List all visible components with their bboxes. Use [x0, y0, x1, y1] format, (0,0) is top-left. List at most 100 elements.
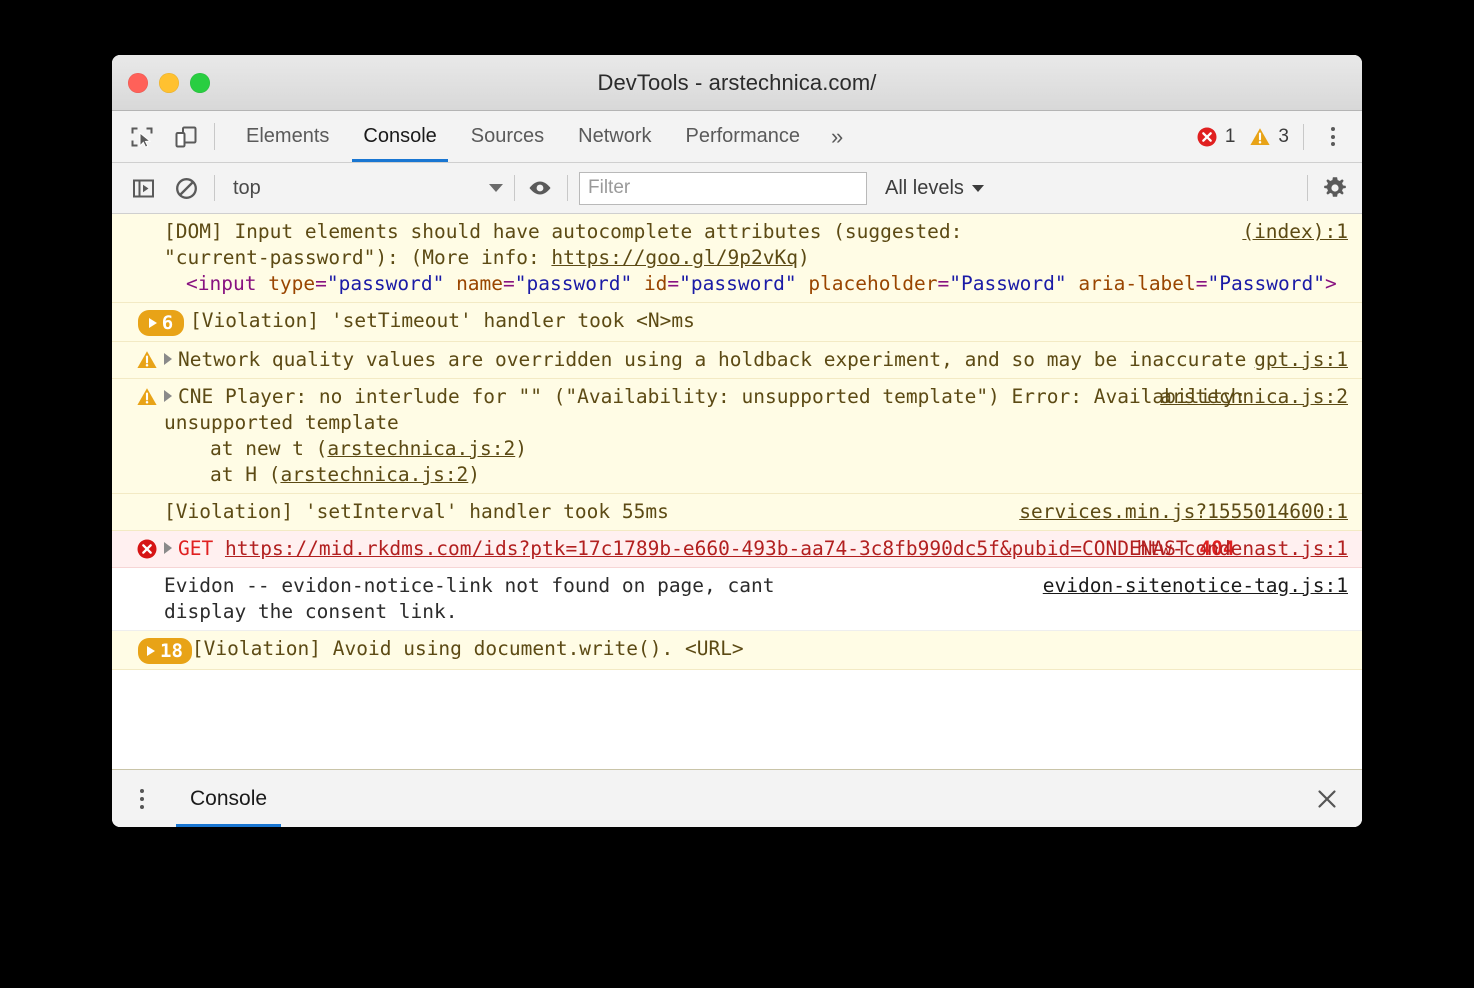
devtools-tab-bar: Elements Console Sources Network Perform… — [112, 111, 1362, 163]
execution-context-value: top — [233, 177, 261, 200]
console-message-evidon[interactable]: Evidon -- evidon-notice-link not found o… — [112, 568, 1362, 631]
execution-context-selector[interactable]: top — [222, 171, 512, 205]
message-text: [DOM] Input elements should have autocom… — [164, 219, 1344, 271]
more-info-link[interactable]: https://goo.gl/9p2vKq — [551, 246, 798, 269]
console-message-get-404[interactable]: GET https://mid.rkdms.com/ids?ptk=17c178… — [112, 531, 1362, 568]
expand-triangle-icon[interactable] — [164, 542, 172, 554]
violation-count-badge[interactable]: 6 — [138, 310, 184, 336]
device-toolbar-icon — [173, 124, 199, 150]
clear-console-button[interactable] — [169, 171, 203, 205]
console-message-violation-documentwrite[interactable]: 18 [Violation] Avoid using document.writ… — [112, 631, 1362, 670]
message-body: [Violation] Avoid using document.write()… — [192, 636, 1348, 662]
status-divider — [1303, 124, 1304, 150]
message-text: Evidon -- evidon-notice-link not found o… — [164, 573, 864, 625]
console-settings-button[interactable] — [1318, 171, 1352, 205]
drawer-menu-button[interactable] — [126, 782, 158, 816]
warning-count-indicator[interactable]: 3 — [1249, 126, 1289, 148]
snippet-open-tag: <input — [186, 272, 268, 295]
tab-console[interactable]: Console — [346, 111, 453, 162]
message-text-value: Network quality values are overridden us… — [178, 348, 1246, 371]
tab-bar-status-area: 1 3 — [1190, 111, 1350, 162]
show-console-sidebar-icon — [131, 176, 156, 201]
minimize-window-button[interactable] — [159, 73, 179, 93]
source-link[interactable]: htw-condenast.js:1 — [1137, 536, 1348, 562]
source-link[interactable]: services.min.js?1555014600:1 — [1019, 499, 1348, 525]
tab-network[interactable]: Network — [561, 111, 668, 162]
stack-frame-link[interactable]: arstechnica.js:2 — [327, 437, 515, 460]
stack-frame-link[interactable]: arstechnica.js:2 — [280, 463, 468, 486]
message-body: Network quality values are overridden us… — [164, 347, 1348, 373]
toolbar-divider-2 — [514, 175, 515, 201]
expand-triangle-icon[interactable] — [164, 353, 172, 365]
stack-frame-post: ) — [515, 437, 527, 460]
stack-frame-post: ) — [468, 463, 480, 486]
stack-frame-pre: at new t ( — [210, 437, 327, 460]
console-message-violation-setinterval[interactable]: [Violation] 'setInterval' handler took 5… — [112, 494, 1362, 531]
toggle-device-toolbar-button[interactable] — [170, 121, 202, 153]
kebab-dot — [140, 789, 144, 793]
error-count-indicator[interactable]: 1 — [1196, 126, 1236, 148]
drawer-tab-console[interactable]: Console — [168, 770, 289, 827]
message-gutter — [112, 573, 164, 575]
attr-name-name: name — [456, 272, 503, 295]
message-gutter — [112, 536, 164, 560]
snippet-close-tag: > — [1325, 272, 1337, 295]
attr-value-name: "password" — [515, 272, 632, 295]
title-bar: DevTools - arstechnica.com/ — [112, 55, 1362, 111]
request-url-link[interactable]: https://mid.rkdms.com/ids?ptk=17c1789b-e… — [225, 537, 1188, 560]
source-link[interactable]: arstechnica.js:2 — [1160, 384, 1348, 410]
warning-triangle-icon — [136, 386, 158, 408]
close-drawer-button[interactable] — [1310, 782, 1344, 816]
message-line-2-pre: "current-password"): (More info: — [164, 246, 551, 269]
attr-value-type: "password" — [327, 272, 444, 295]
kebab-dot — [1331, 127, 1335, 131]
kebab-dot — [140, 797, 144, 801]
violation-count-value: 6 — [162, 310, 173, 336]
close-window-button[interactable] — [128, 73, 148, 93]
console-message-cne-player[interactable]: CNE Player: no interlude for "" ("Availa… — [112, 379, 1362, 494]
message-text: Network quality values are overridden us… — [164, 347, 1344, 373]
close-icon — [1315, 787, 1339, 811]
console-toolbar: top All levels — [112, 163, 1362, 214]
console-message-network-quality[interactable]: Network quality values are overridden us… — [112, 342, 1362, 379]
attr-name-placeholder: placeholder — [808, 272, 937, 295]
console-drawer: Console — [112, 769, 1362, 827]
more-tabs-button[interactable]: » — [817, 111, 857, 162]
console-message-list[interactable]: [DOM] Input elements should have autocom… — [112, 214, 1362, 769]
toggle-console-sidebar-button[interactable] — [126, 171, 160, 205]
message-body: [DOM] Input elements should have autocom… — [164, 219, 1348, 297]
attr-name-arialabel: aria-label — [1078, 272, 1195, 295]
attr-value-arialabel: "Password" — [1208, 272, 1325, 295]
console-message-dom-autocomplete[interactable]: [DOM] Input elements should have autocom… — [112, 214, 1362, 303]
source-link[interactable]: (index):1 — [1242, 219, 1348, 245]
source-link[interactable]: evidon-sitenotice-tag.js:1 — [1043, 573, 1348, 599]
message-gutter — [112, 219, 164, 221]
expand-triangle-icon — [147, 646, 155, 656]
console-filter-input[interactable] — [579, 172, 867, 205]
source-link[interactable]: gpt.js:1 — [1254, 347, 1348, 373]
console-message-violation-settimeout[interactable]: 6 [Violation] 'setTimeout' handler took … — [112, 303, 1362, 342]
attr-value-placeholder: "Password" — [949, 272, 1066, 295]
inspect-element-icon — [129, 124, 155, 150]
devtools-main-menu-button[interactable] — [1316, 120, 1350, 154]
live-expression-eye-icon — [527, 175, 553, 201]
violation-count-badge[interactable]: 18 — [138, 638, 192, 664]
message-text: [Violation] 'setTimeout' handler took <N… — [190, 308, 1344, 334]
attr-value-id: "password" — [679, 272, 796, 295]
kebab-dot — [1331, 135, 1335, 139]
error-count-value: 1 — [1225, 126, 1236, 148]
inspect-element-button[interactable] — [126, 121, 158, 153]
devtools-window: DevTools - arstechnica.com/ Elemen — [112, 55, 1362, 827]
tab-sources[interactable]: Sources — [454, 111, 561, 162]
tab-elements[interactable]: Elements — [229, 111, 346, 162]
create-live-expression-button[interactable] — [523, 171, 557, 205]
tab-performance[interactable]: Performance — [669, 111, 818, 162]
toolbar-divider-4 — [1307, 175, 1308, 201]
stack-frame: at new t (arstechnica.js:2) — [164, 436, 1344, 462]
log-level-selector[interactable]: All levels — [885, 177, 984, 200]
stack-frame-pre: at H ( — [210, 463, 280, 486]
expand-triangle-icon[interactable] — [164, 390, 172, 402]
zoom-window-button[interactable] — [190, 73, 210, 93]
dom-snippet[interactable]: <input type="password" name="password" i… — [164, 271, 1344, 297]
stack-frame: at H (arstechnica.js:2) — [164, 462, 1344, 488]
